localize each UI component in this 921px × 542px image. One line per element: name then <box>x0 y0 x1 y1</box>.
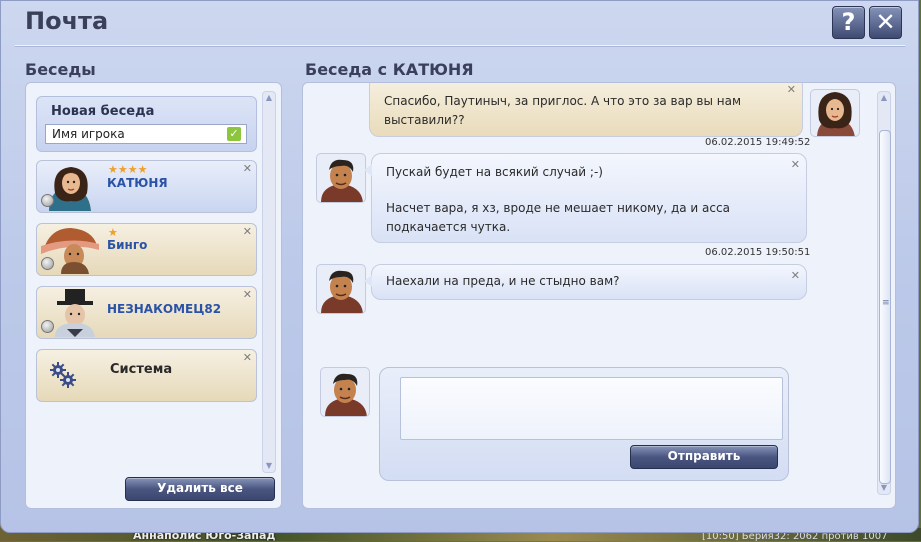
compose-box: Отправить <box>379 367 789 481</box>
new-conversation-box: Новая беседа Имя игрока ✓ <box>36 96 257 152</box>
send-button[interactable]: Отправить <box>630 445 778 469</box>
message-timestamp: 06.02.2015 19:49:52 <box>705 137 811 148</box>
katyunya-portrait <box>817 92 855 136</box>
online-status-icon <box>41 194 54 207</box>
message-bubble: Пускай будет на всякий случай ;-) Насчет… <box>364 153 807 243</box>
bubble-tail <box>364 164 372 176</box>
delete-message-icon[interactable]: ✕ <box>787 83 796 99</box>
delete-message-icon[interactable]: ✕ <box>791 266 800 285</box>
conversations-title: Беседы <box>25 60 96 79</box>
gears-icon <box>50 362 76 388</box>
window-title: Почта <box>25 7 109 35</box>
question-icon: ? <box>841 8 856 36</box>
confirm-check-icon[interactable]: ✓ <box>227 127 241 141</box>
conversation-panel: Спасибо, Паутиныч, за приглос. А что это… <box>302 82 896 509</box>
grip-icon: ≡ <box>882 298 890 308</box>
message-input[interactable] <box>400 377 783 440</box>
conversations-panel: Новая беседа Имя игрока ✓ ★★★★ КАТЮНЯ ✕ <box>25 82 282 509</box>
bubble-tail <box>364 275 372 287</box>
close-conversation-icon[interactable]: ✕ <box>243 351 252 364</box>
scroll-thumb[interactable]: ≡ <box>879 130 891 484</box>
online-status-icon <box>41 257 54 270</box>
scroll-down-icon[interactable]: ▼ <box>878 482 890 494</box>
message-bubble: Наехали на преда, и не стыдно вам? ✕ <box>364 264 807 300</box>
my-portrait <box>321 270 363 313</box>
my-portrait <box>321 159 363 202</box>
help-button[interactable]: ? <box>832 6 865 39</box>
conversation-title: Беседа с КАТЮНЯ <box>305 60 474 79</box>
close-conversation-icon[interactable]: ✕ <box>243 162 252 175</box>
conversation-name: КАТЮНЯ <box>107 176 168 190</box>
messages-scrollbar[interactable]: ▲ ≡ ▼ <box>877 91 891 495</box>
delete-message-icon[interactable]: ✕ <box>791 155 800 174</box>
avatar <box>316 153 366 203</box>
title-divider <box>15 45 905 47</box>
message-text: Наехали на преда, и не стыдно вам? <box>386 274 620 288</box>
message-timestamp: 06.02.2015 19:50:51 <box>705 247 811 258</box>
conversation-item-bingo[interactable]: ★ Бинго ✕ <box>36 223 257 276</box>
avatar <box>316 264 366 314</box>
conversation-item-neznakomets82[interactable]: НЕЗНАКОМЕЦ82 ✕ <box>36 286 257 339</box>
scroll-up-icon[interactable]: ▲ <box>878 92 890 104</box>
rank-stars-icon: ★★★★ <box>108 163 148 176</box>
avatar <box>320 367 370 417</box>
avatar <box>810 89 860 137</box>
message-text: Спасибо, Паутиныч, за приглос. А что это… <box>384 94 742 127</box>
conversation-item-system[interactable]: Система ✕ <box>36 349 257 402</box>
conversation-name: Бинго <box>107 238 148 252</box>
player-name-input[interactable]: Имя игрока <box>45 124 247 144</box>
close-button[interactable]: ✕ <box>869 6 902 39</box>
online-status-icon <box>41 320 54 333</box>
message-bubble: Спасибо, Паутиныч, за приглос. А что это… <box>369 83 803 137</box>
scroll-up-icon[interactable]: ▲ <box>263 92 275 104</box>
mail-window: Почта ? ✕ Беседы Беседа с КАТЮНЯ Новая б… <box>0 0 919 533</box>
conversations-scrollbar[interactable]: ▲ ▼ <box>262 91 276 473</box>
conversation-name: НЕЗНАКОМЕЦ82 <box>107 302 222 316</box>
conversation-item-katyunya[interactable]: ★★★★ КАТЮНЯ ✕ <box>36 160 257 213</box>
close-icon: ✕ <box>875 8 896 36</box>
new-conversation-label: Новая беседа <box>51 104 155 119</box>
scroll-down-icon[interactable]: ▼ <box>263 460 275 472</box>
message-text-line-1: Пускай будет на всякий случай ;-) <box>386 165 603 179</box>
conversation-name: Система <box>110 362 173 377</box>
message-text-line-2: Насчет вара, я хз, вроде не мешает ником… <box>386 201 730 234</box>
my-portrait <box>325 373 367 416</box>
delete-all-button[interactable]: Удалить все <box>125 477 275 501</box>
close-conversation-icon[interactable]: ✕ <box>243 225 252 238</box>
close-conversation-icon[interactable]: ✕ <box>243 288 252 301</box>
